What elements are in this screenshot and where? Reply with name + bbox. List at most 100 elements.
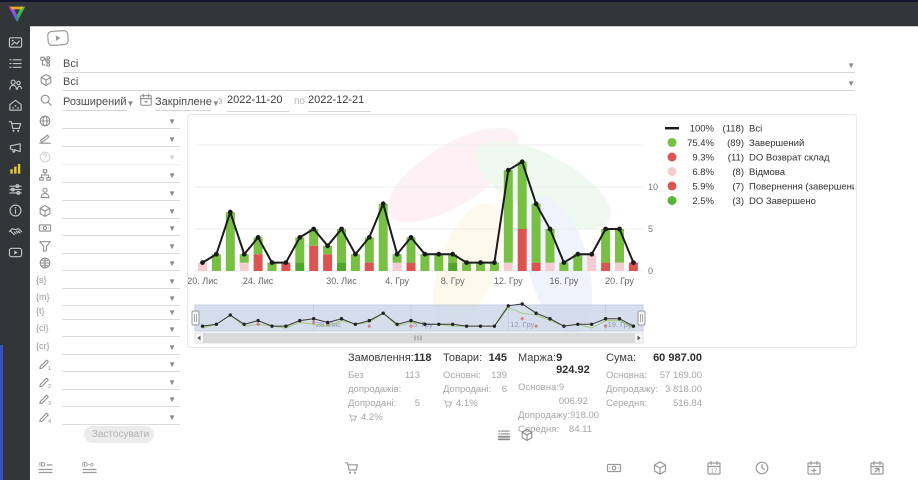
total-point (381, 201, 386, 206)
funnel-icon (38, 239, 53, 254)
svg-text:4. Гру: 4. Гру (385, 276, 409, 286)
filter-row-payment: ▼ (36, 221, 182, 237)
status-level-select[interactable]: ▼ (62, 132, 180, 147)
search-icon[interactable] (39, 93, 53, 107)
app-logo-icon[interactable] (6, 3, 28, 25)
payment-column-icon[interactable] (606, 460, 624, 478)
navigator-left-handle[interactable] (192, 311, 199, 325)
marketing-megaphone-icon (8, 140, 23, 155)
date-to-value: 2022-12-21 (308, 94, 364, 106)
settings-sliders-icon (8, 182, 23, 197)
filter-row-utm-term: {t}▼ (36, 305, 182, 321)
chevron-down-icon: ▼ (168, 117, 176, 126)
svg-text:8. Гру: 8. Гру (441, 276, 465, 286)
date-mode-select[interactable]: Закріплене ▼ (155, 91, 211, 111)
sidebar-item-video-tutorials[interactable] (0, 242, 30, 263)
video-tutorial-button[interactable] (46, 29, 69, 47)
date-paid-column-icon[interactable] (806, 460, 824, 478)
total-point (506, 168, 511, 173)
orders-chart: 20. Лис24. Лис30. Лис4. Гру8. Гру12. Гру… (188, 115, 854, 345)
chevron-down-icon: ▼ (168, 277, 176, 286)
network-globe-select[interactable]: ▼ (62, 256, 180, 271)
payment-select[interactable]: ▼ (62, 221, 180, 236)
svg-text:12. Гру: 12. Гру (494, 276, 523, 286)
product-column-icon[interactable] (652, 460, 670, 478)
order-id-icon[interactable]: ID (38, 460, 56, 478)
cart-percent-icon: x (443, 399, 453, 409)
bar-segment (434, 254, 443, 271)
structure-select[interactable]: ▼ (62, 168, 180, 183)
svg-text:(8): (8) (732, 167, 744, 178)
svg-text:6.8%: 6.8% (692, 167, 714, 178)
chevron-down-icon: ▼ (168, 189, 176, 198)
sidebar-item-warehouse[interactable] (0, 95, 30, 116)
stat-upsell-rate: x4.2% (348, 411, 420, 425)
external-id-icon[interactable]: ID-o (82, 460, 100, 478)
legend-item[interactable]: 2.5%(3)DO Завершено (668, 196, 816, 207)
orders-table-view-icon[interactable] (497, 428, 512, 443)
timezone-globe-select[interactable]: ▼ (62, 114, 180, 129)
custom-field-1-select[interactable]: ▼ (62, 357, 180, 372)
manager-select[interactable]: ▼ (62, 186, 180, 201)
svg-text:9.3%: 9.3% (692, 153, 714, 164)
stat-title: Замовлення:118 (348, 352, 420, 364)
help-select[interactable]: ▼ (62, 150, 180, 165)
structure-icon (38, 168, 53, 183)
product-filter[interactable]: Всі ▼ (63, 70, 855, 91)
search-mode-select[interactable]: Розширений ▼ (63, 91, 127, 111)
svg-text:ID: ID (39, 462, 46, 469)
legend-item[interactable]: 9.3%(11)DO Возврат склад (668, 153, 830, 164)
legend-item[interactable]: 5.9%(7)Повернення (завершений) (668, 182, 855, 193)
custom-field-3-select[interactable]: ▼ (62, 392, 180, 407)
filter-row-custom-field-1: 1▼ (36, 357, 182, 373)
legend-item[interactable]: 6.8%(8)Відмова (668, 167, 786, 178)
utm-source-select[interactable]: ▼ (62, 274, 180, 289)
sidebar-item-statistics-chart[interactable] (0, 158, 30, 179)
utm-content-select[interactable]: ▼ (62, 340, 180, 355)
total-point (492, 260, 497, 265)
svg-text:(89): (89) (727, 138, 744, 149)
sidebar-item-settings-sliders[interactable] (0, 179, 30, 200)
bar-segment (504, 170, 513, 262)
filter-row-custom-field-4: 4▼ (36, 410, 182, 426)
custom-field-4-select[interactable]: ▼ (62, 410, 180, 425)
time-column-icon[interactable] (754, 460, 772, 478)
product-select[interactable]: ▼ (62, 204, 180, 219)
date-to-input[interactable]: 2022-12-21 (308, 91, 370, 112)
custom-field-2-select[interactable]: ▼ (62, 375, 180, 390)
navigator-right-handle[interactable] (638, 311, 645, 325)
utm-medium-select[interactable]: ▼ (62, 291, 180, 306)
scrollbar-thumb[interactable] (203, 333, 635, 343)
filter-row-custom-field-2: 2▼ (36, 375, 182, 391)
date-from-input[interactable]: 2022-11-20 (227, 91, 289, 112)
svg-text:(3): (3) (732, 196, 744, 207)
chevron-down-icon: ▼ (168, 378, 176, 387)
sidebar-item-partners-handshake[interactable] (0, 221, 30, 242)
date-export-column-icon[interactable] (869, 460, 887, 478)
utm-campaign-select[interactable]: ▼ (62, 322, 180, 337)
cart-column-icon[interactable] (344, 460, 362, 478)
sidebar-item-cart[interactable] (0, 116, 30, 137)
utm-term-select[interactable]: ▼ (62, 305, 180, 320)
legend-item[interactable]: 75.4%(89)Завершений (668, 138, 805, 149)
cart-icon (8, 119, 23, 134)
chevron-down-icon: ▼ (168, 325, 176, 334)
sidebar-item-orders-list[interactable] (0, 53, 30, 74)
payment-icon (38, 221, 53, 236)
sidebar-item-marketing-megaphone[interactable] (0, 137, 30, 158)
funnel-select[interactable]: ▼ (62, 239, 180, 254)
svg-text:2.5%: 2.5% (692, 196, 714, 207)
bar-segment (365, 263, 374, 271)
sidebar-item-dashboard-image[interactable] (0, 32, 30, 53)
chevron-down-icon: ▼ (168, 135, 176, 144)
total-point (284, 260, 289, 265)
date-column-icon[interactable]: 17 (706, 460, 724, 478)
total-point (395, 252, 400, 257)
cart-percent-icon: x (348, 413, 358, 423)
products-view-icon[interactable] (520, 428, 535, 443)
sidebar-item-clients[interactable] (0, 74, 30, 95)
apply-filters-button[interactable]: Застосувати (84, 426, 154, 443)
sidebar-item-info[interactable] (0, 200, 30, 221)
total-point (423, 252, 428, 257)
legend-item[interactable]: 100%(118)Всі (665, 124, 762, 135)
